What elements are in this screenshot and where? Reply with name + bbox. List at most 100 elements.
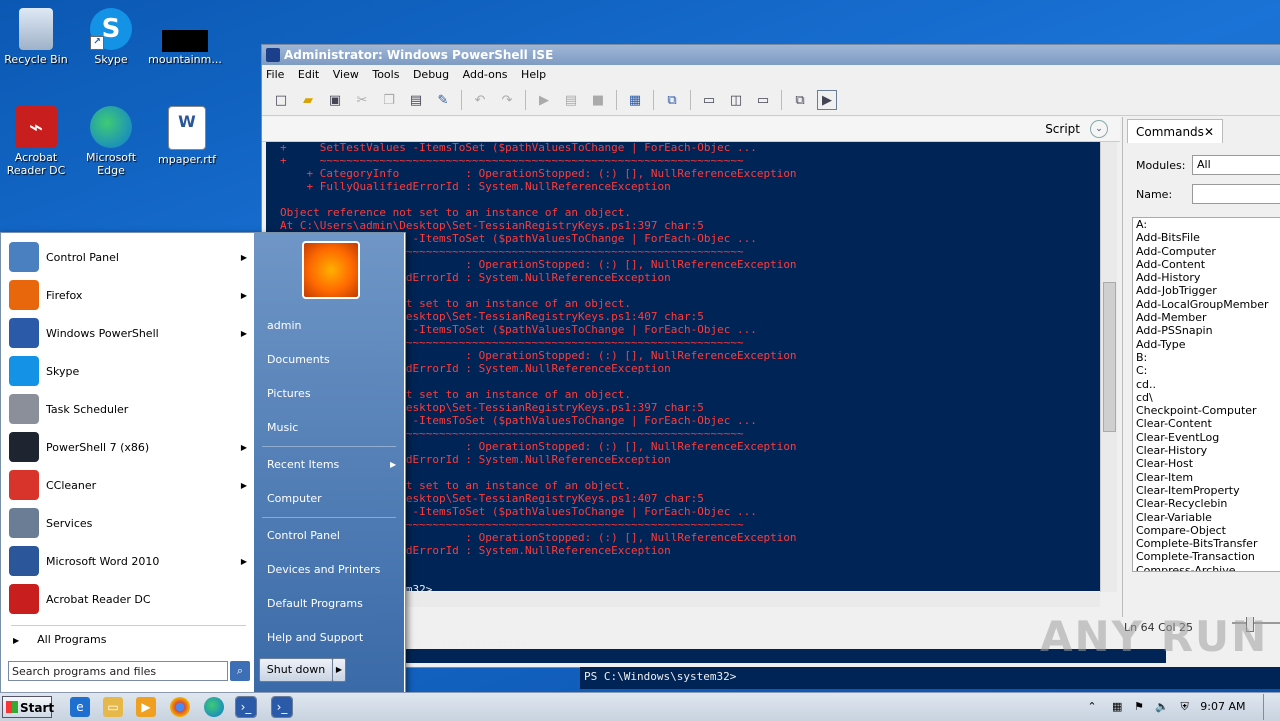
paste-icon[interactable]: ▤ — [407, 91, 425, 109]
powershell-ise-icon[interactable]: ›_ — [271, 696, 293, 718]
command-list-item[interactable]: Add-Type — [1133, 338, 1280, 351]
user-avatar[interactable] — [302, 241, 360, 299]
desktop-icon-skype[interactable]: S ↗ Skype — [73, 2, 149, 66]
open-folder-icon[interactable]: ▰ — [299, 91, 317, 109]
place-music[interactable]: Music — [267, 421, 298, 434]
command-list-item[interactable]: cd.. — [1133, 378, 1280, 391]
start-button[interactable]: Start — [2, 696, 54, 718]
command-list-item[interactable]: C: — [1133, 364, 1280, 377]
modules-dropdown[interactable]: All — [1192, 155, 1280, 175]
script-toggle-label[interactable]: Script — [1045, 122, 1080, 136]
all-programs-link[interactable]: ▶ All Programs — [13, 633, 106, 646]
menu-addons[interactable]: Add-ons — [463, 68, 508, 81]
speaker-icon[interactable]: 🔈 — [1155, 700, 1169, 713]
command-list-item[interactable]: Clear-Content — [1133, 417, 1280, 430]
command-list-item[interactable]: Compare-Object — [1133, 524, 1280, 537]
new-file-icon[interactable]: □ — [272, 91, 290, 109]
chrome-icon[interactable] — [170, 697, 190, 717]
place-devices-printers[interactable]: Devices and Printers — [267, 563, 380, 576]
layout-max-icon[interactable]: ▭ — [754, 91, 772, 109]
command-list-item[interactable]: Add-Content — [1133, 258, 1280, 271]
command-list-item[interactable]: Clear-Variable — [1133, 511, 1280, 524]
run-selection-icon[interactable]: ▤ — [562, 91, 580, 109]
copy-icon[interactable]: ❐ — [380, 91, 398, 109]
layout-right-icon[interactable]: ◫ — [727, 91, 745, 109]
start-menu-item[interactable]: PowerShell 7 (x86) ▶ — [9, 430, 249, 464]
console-window-prompt[interactable]: PS C:\Windows\system32> — [580, 667, 1280, 689]
stop-icon[interactable]: ■ — [589, 91, 607, 109]
explorer-icon[interactable]: ▭ — [103, 697, 123, 717]
place-recent-items[interactable]: Recent Items — [267, 458, 339, 471]
command-list-item[interactable]: Add-JobTrigger — [1133, 284, 1280, 297]
place-admin[interactable]: admin — [267, 319, 301, 332]
place-computer[interactable]: Computer — [267, 492, 322, 505]
network-icon[interactable]: ▦ — [1112, 700, 1122, 713]
desktop-icon-recycle-bin[interactable]: Recycle Bin — [0, 2, 74, 66]
scrollbar-thumb[interactable] — [1103, 282, 1116, 432]
command-list-item[interactable]: Checkpoint-Computer — [1133, 404, 1280, 417]
chevron-up-icon[interactable]: ⌃ — [1087, 700, 1096, 713]
desktop-icon-mpaper[interactable]: W mpaper.rtf — [149, 100, 225, 166]
security-icon[interactable]: ⛨ — [1181, 700, 1189, 713]
command-list-item[interactable]: Clear-History — [1133, 444, 1280, 457]
tab-commands[interactable]: Commands ✕ — [1127, 119, 1223, 143]
window-titlebar[interactable]: Administrator: Windows PowerShell ISE — [262, 45, 1280, 65]
redo-icon[interactable]: ↷ — [498, 91, 516, 109]
menu-debug[interactable]: Debug — [413, 68, 449, 81]
menu-view[interactable]: View — [333, 68, 359, 81]
media-player-icon[interactable]: ▶ — [136, 697, 156, 717]
command-list-item[interactable]: Complete-BitsTransfer — [1133, 537, 1280, 550]
command-list-item[interactable]: Add-PSSnapin — [1133, 324, 1280, 337]
menu-edit[interactable]: Edit — [298, 68, 319, 81]
command-list-item[interactable]: Compress-Archive — [1133, 564, 1280, 571]
place-help-support[interactable]: Help and Support — [267, 631, 363, 644]
command-list-item[interactable]: Add-History — [1133, 271, 1280, 284]
layout-top-icon[interactable]: ▭ — [700, 91, 718, 109]
ie-icon[interactable]: e — [70, 697, 90, 717]
command-list-item[interactable]: Clear-Recyclebin — [1133, 497, 1280, 510]
desktop-icon-acrobat[interactable]: ⌁ Acrobat Reader DC — [0, 100, 74, 177]
powershell-icon[interactable]: ›_ — [235, 696, 257, 718]
flag-icon[interactable]: ⚑ — [1134, 700, 1144, 713]
menu-file[interactable]: File — [266, 68, 284, 81]
place-documents[interactable]: Documents — [267, 353, 330, 366]
start-menu-item[interactable]: Microsoft Word 2010 ▶ — [9, 544, 249, 578]
start-menu-item[interactable]: Services — [9, 506, 249, 540]
command-list-item[interactable]: Clear-EventLog — [1133, 431, 1280, 444]
search-icon[interactable]: ⌕ — [230, 661, 250, 681]
show-addons-icon[interactable]: ▶ — [817, 90, 837, 110]
save-icon[interactable]: ▣ — [326, 91, 344, 109]
command-list-item[interactable]: Add-BitsFile — [1133, 231, 1280, 244]
command-list-item[interactable]: A: — [1133, 218, 1280, 231]
cut-icon[interactable]: ✂ — [353, 91, 371, 109]
command-list-item[interactable]: B: — [1133, 351, 1280, 364]
clear-console-icon[interactable]: ✎ — [434, 91, 452, 109]
desktop-icon-edge[interactable]: Microsoft Edge — [73, 100, 149, 177]
clock[interactable]: 9:07 AM — [1200, 700, 1245, 713]
start-menu-item[interactable]: Control Panel ▶ — [9, 240, 249, 274]
undo-icon[interactable]: ↶ — [471, 91, 489, 109]
start-menu-item[interactable]: Windows PowerShell ▶ — [9, 316, 249, 350]
command-list-item[interactable]: Complete-Transaction — [1133, 550, 1280, 563]
place-pictures[interactable]: Pictures — [267, 387, 311, 400]
command-list-item[interactable]: Add-Computer — [1133, 245, 1280, 258]
menu-tools[interactable]: Tools — [372, 68, 399, 81]
start-search-input[interactable]: Search programs and files — [8, 661, 228, 681]
edge-icon[interactable] — [204, 697, 224, 717]
menu-help[interactable]: Help — [521, 68, 546, 81]
desktop-icon-mountain[interactable]: mountainm... — [147, 2, 223, 66]
command-list[interactable]: A: Add-BitsFile Add-Computer Add-Content Add… — [1132, 217, 1280, 572]
run-icon[interactable]: ▶ — [535, 91, 553, 109]
close-icon[interactable]: ✕ — [1204, 120, 1214, 144]
command-list-item[interactable]: Add-LocalGroupMember — [1133, 298, 1280, 311]
shutdown-options-icon[interactable]: ▶ — [332, 658, 346, 682]
start-menu-item[interactable]: CCleaner ▶ — [9, 468, 249, 502]
remote-tab-icon[interactable]: ▦ — [626, 91, 644, 109]
command-list-item[interactable]: Clear-Item — [1133, 471, 1280, 484]
command-list-item[interactable]: cd\ — [1133, 391, 1280, 404]
name-input[interactable] — [1192, 184, 1280, 204]
start-menu-item[interactable]: Firefox ▶ — [9, 278, 249, 312]
console-vertical-scrollbar[interactable] — [1100, 142, 1117, 592]
show-commands-icon[interactable]: ⧉ — [791, 91, 809, 109]
start-menu-item[interactable]: Task Scheduler — [9, 392, 249, 426]
